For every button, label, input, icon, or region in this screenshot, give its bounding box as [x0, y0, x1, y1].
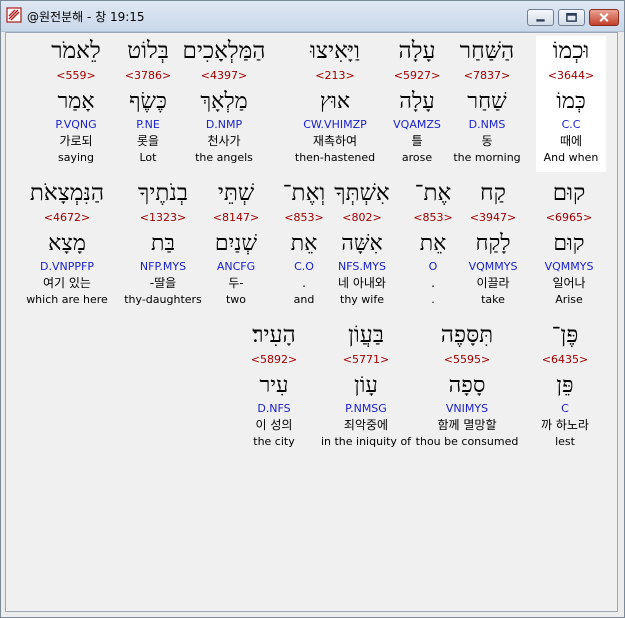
maximize-button[interactable] [558, 9, 585, 26]
korean-gloss: 때에 [559, 134, 583, 148]
lemma-word: אוּץ [319, 89, 351, 114]
lemma-word: פֵּן [556, 373, 574, 398]
lemma-word: סָפָה [448, 373, 486, 398]
morphology-code: NFP.MYS [139, 260, 187, 273]
hebrew-word: הַנִּמְצָאֹת [29, 180, 105, 206]
lemma-word: בַּת [150, 231, 176, 256]
strong-number: <5595> [443, 353, 491, 366]
word-column[interactable]: הַנִּמְצָאֹת <4672> מָצָא D.VNPPFP 여기 있는 whic… [12, 178, 122, 307]
english-gloss: saying [58, 151, 94, 164]
minimize-icon [536, 19, 545, 22]
hebrew-word: בְנֹתֶיךָ [138, 180, 188, 206]
english-gloss: thy-daughters [124, 293, 202, 306]
strong-number: <213> [315, 69, 355, 82]
korean-gloss: 재촉하여 [312, 134, 358, 148]
korean-gloss: 이 성의 [255, 418, 293, 432]
hebrew-word: לֵאמֹר [51, 38, 101, 64]
lemma-word: כְּמוֹ [556, 89, 586, 114]
hebrew-word: תִּסָּפֶה [440, 322, 494, 348]
morphology-code: CW.VHIMZP [303, 118, 367, 131]
title-bar[interactable]: @원전분해 - 창 19:15 [1, 1, 624, 32]
korean-gloss: 가로되 [59, 134, 93, 148]
morphology-code: C.C [561, 118, 581, 131]
morphology-code: C [561, 402, 569, 415]
strong-number: <3644> [547, 69, 595, 82]
close-button[interactable] [589, 9, 619, 26]
morphology-code: VNIMYS [445, 402, 489, 415]
strong-number: <5892> [250, 353, 298, 366]
lemma-word: עִיר [259, 373, 289, 398]
window-title: @원전분해 - 창 19:15 [27, 10, 145, 24]
word-column[interactable]: פֶּן־ <6435> פֵּן C 까 하노라 lest [510, 320, 620, 449]
close-icon [599, 13, 609, 22]
english-gloss: which are here [26, 293, 108, 306]
korean-gloss: 까 하노라 [541, 418, 589, 432]
verse-analysis-panel: וּכְמוֹ <3644> כְּמוֹ C.C 때에 And when הַשַּׁחַ… [5, 32, 618, 612]
english-gloss: lest [555, 435, 575, 448]
maximize-icon [566, 12, 577, 22]
hebrew-word: פֶּן־ [551, 322, 579, 348]
english-gloss: thou be consumed [415, 435, 519, 448]
app-window: @원전분해 - 창 19:15 וּכְמוֹ <3644> כְּמוֹ C.C 때에… [0, 0, 625, 618]
lemma-word: אָמַר [57, 89, 95, 114]
morphology-code: D.NFS [257, 402, 291, 415]
hebrew-word: וַיָּאִיצוּ [310, 38, 360, 64]
morphology-code: D.VNPPFP [40, 260, 94, 273]
word-column[interactable]: וּכְמוֹ <3644> כְּמוֹ C.C 때에 And when [536, 36, 606, 172]
strong-number: <559> [56, 69, 96, 82]
korean-gloss: 여기 있는 [43, 276, 91, 290]
strong-number: <4672> [43, 211, 91, 224]
english-gloss: then-hastened [294, 151, 376, 164]
strong-number: <1323> [139, 211, 187, 224]
word-column[interactable]: לֵאמֹר <559> אָמַר P.VQNG 가로되 saying [21, 36, 131, 165]
lemma-word: מָצָא [48, 231, 86, 256]
bible-app-icon [6, 7, 22, 23]
strong-number: <6435> [541, 353, 589, 366]
korean-gloss: -딸을 [149, 276, 177, 290]
hebrew-word: וּכְמוֹ [552, 38, 590, 64]
morphology-code: P.VQNG [55, 118, 97, 131]
word-column[interactable]: וַיָּאִיצוּ <213> אוּץ CW.VHIMZP 재촉하여 then-ha… [280, 36, 390, 165]
hebrew-word: הָעִיר׃ [252, 322, 296, 348]
minimize-button[interactable] [527, 9, 554, 26]
korean-gloss: 함께 멸망할 [437, 418, 497, 432]
english-gloss: the city [253, 435, 295, 448]
word-column[interactable]: בְנֹתֶיךָ <1323> בַּת NFP.MYS -딸을 thy-daughte… [108, 178, 218, 307]
english-gloss: And when [543, 151, 599, 164]
word-column[interactable]: תִּסָּפֶה <5595> סָפָה VNIMYS 함께 멸망할 thou be … [412, 320, 522, 449]
word-column[interactable]: הָעִיר׃ <5892> עִיר D.NFS 이 성의 the city [219, 320, 329, 449]
